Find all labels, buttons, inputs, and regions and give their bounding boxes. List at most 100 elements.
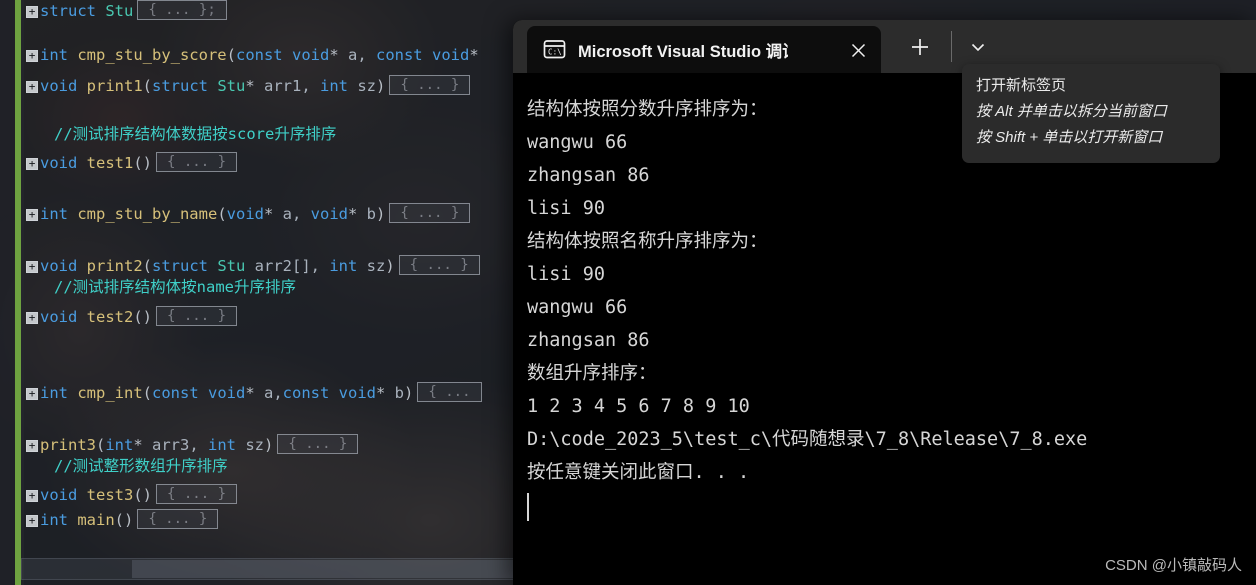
- code-token: test3: [86, 486, 134, 504]
- code-token: *: [133, 436, 153, 454]
- expand-region-icon[interactable]: +: [26, 490, 38, 502]
- code-token: int: [40, 46, 78, 64]
- code-token: (): [133, 154, 153, 172]
- code-line: + struct Stu{ ... };: [26, 0, 227, 20]
- terminal-line: D:\code_2023_5\test_c\代码随想录\7_8\Release\…: [527, 429, 1088, 450]
- terminal-cursor: [527, 493, 529, 521]
- code-token: struct: [40, 2, 106, 20]
- code-token: Stu: [105, 2, 134, 20]
- code-token: (): [133, 486, 153, 504]
- terminal-line: lisi 90: [527, 198, 605, 219]
- collapsed-block[interactable]: { ... }: [156, 306, 238, 326]
- expand-region-icon[interactable]: +: [26, 388, 38, 400]
- code-token: const: [375, 46, 432, 64]
- terminal-line: 1 2 3 4 5 6 7 8 9 10: [527, 396, 750, 417]
- close-icon[interactable]: [845, 37, 871, 63]
- new-tab-button[interactable]: [905, 33, 935, 61]
- expand-region-icon[interactable]: +: [26, 209, 38, 221]
- collapsed-block[interactable]: { ... }: [137, 509, 219, 529]
- expand-region-icon[interactable]: +: [26, 312, 38, 324]
- code-token: b: [366, 205, 376, 223]
- tooltip-hint-alt: 按 Alt 并单击以拆分当前窗口: [976, 103, 1167, 120]
- code-token: (: [226, 46, 236, 64]
- code-token: a,: [347, 46, 376, 64]
- cmd-prompt-icon: C:\: [543, 38, 566, 61]
- code-token: (): [133, 308, 153, 326]
- terminal-line: 结构体按照名称升序排序为：: [527, 231, 768, 252]
- code-token: void: [310, 205, 348, 223]
- terminal-line: zhangsan 86: [527, 165, 650, 186]
- code-token: int: [40, 511, 78, 529]
- code-token: ): [376, 77, 386, 95]
- expand-region-icon[interactable]: +: [26, 515, 38, 527]
- code-line: //测试排序结构体数据按score升序排序: [26, 125, 337, 143]
- code-line: + void test1(){ ... }: [26, 152, 238, 172]
- editor-gutter: [0, 0, 14, 585]
- code-token: ): [376, 205, 386, 223]
- code-token: (: [142, 77, 153, 95]
- collapsed-block[interactable]: { ... }: [389, 203, 471, 223]
- expand-region-icon[interactable]: +: [26, 81, 38, 93]
- collapsed-block[interactable]: { ... }: [389, 75, 471, 95]
- expand-region-icon[interactable]: +: [26, 50, 38, 62]
- code-token: a,: [282, 205, 311, 223]
- code-token: //测试排序结构体按name升序排序: [54, 278, 296, 296]
- terminal-tab[interactable]: C:\ Microsoft Visual Studio 调试控: [527, 26, 881, 73]
- code-token: (: [142, 257, 153, 275]
- code-token: cmp_stu_by_name: [77, 205, 218, 223]
- collapsed-block[interactable]: { ... }: [156, 152, 238, 172]
- code-line: + void test2(){ ... }: [26, 306, 238, 326]
- code-token: //测试整形数组升序排序: [54, 457, 228, 475]
- collapsed-block[interactable]: { ... };: [137, 0, 227, 20]
- svg-text:C:\: C:\: [548, 48, 562, 57]
- code-token: (): [114, 511, 134, 529]
- code-line: //测试排序结构体按name升序排序: [26, 278, 296, 296]
- code-token: cmp_int: [77, 384, 143, 402]
- code-token: void: [40, 257, 87, 275]
- code-token: test1: [86, 154, 134, 172]
- toolbar-separator: [951, 31, 952, 62]
- code-token: a,: [264, 384, 283, 402]
- code-line: + int main(){ ... }: [26, 509, 219, 529]
- terminal-line: zhangsan 86: [527, 330, 650, 351]
- tooltip-hint-shift: 按 Shift + 单击以打开新窗口: [976, 129, 1163, 146]
- code-token: *: [347, 205, 367, 223]
- code-token: int: [329, 257, 367, 275]
- code-token: *: [245, 77, 265, 95]
- collapsed-block[interactable]: { ...: [417, 382, 482, 402]
- code-token: void: [40, 486, 87, 504]
- screen: + struct Stu{ ... }; + int cmp_stu_by_score…: [0, 0, 1256, 585]
- code-token: Stu: [217, 257, 255, 275]
- code-token: void: [291, 46, 330, 64]
- code-token: ): [385, 257, 395, 275]
- code-token: //测试排序结构体数据按score升序排序: [54, 125, 337, 143]
- code-token: sz: [245, 436, 265, 454]
- code-token: void: [40, 154, 87, 172]
- code-token: print1: [86, 77, 143, 95]
- collapsed-block[interactable]: { ... }: [277, 434, 359, 454]
- code-token: (: [217, 205, 227, 223]
- expand-region-icon[interactable]: +: [26, 158, 38, 170]
- tooltip-title: 打开新标签页: [976, 77, 1067, 94]
- code-token: arr3,: [152, 436, 209, 454]
- code-token: test2: [86, 308, 134, 326]
- watermark: CSDN @小镇敲码人: [1105, 557, 1242, 574]
- code-token: int: [40, 205, 78, 223]
- chevron-down-icon[interactable]: [963, 33, 993, 61]
- terminal-tab-title: Microsoft Visual Studio 调试控: [578, 42, 788, 61]
- code-token: int: [320, 77, 358, 95]
- code-token: sz: [366, 257, 386, 275]
- code-token: *: [245, 384, 264, 402]
- code-token: ): [404, 384, 414, 402]
- code-token: print2: [86, 257, 143, 275]
- collapsed-block[interactable]: { ... }: [156, 484, 238, 504]
- code-token: void: [40, 77, 87, 95]
- expand-region-icon[interactable]: +: [26, 6, 38, 18]
- code-line: + int cmp_stu_by_score(const void* a, con…: [26, 46, 479, 64]
- collapsed-block[interactable]: { ... }: [398, 255, 480, 275]
- expand-region-icon[interactable]: +: [26, 440, 38, 452]
- code-token: (: [142, 384, 152, 402]
- code-token: void: [338, 384, 376, 402]
- expand-region-icon[interactable]: +: [26, 261, 38, 273]
